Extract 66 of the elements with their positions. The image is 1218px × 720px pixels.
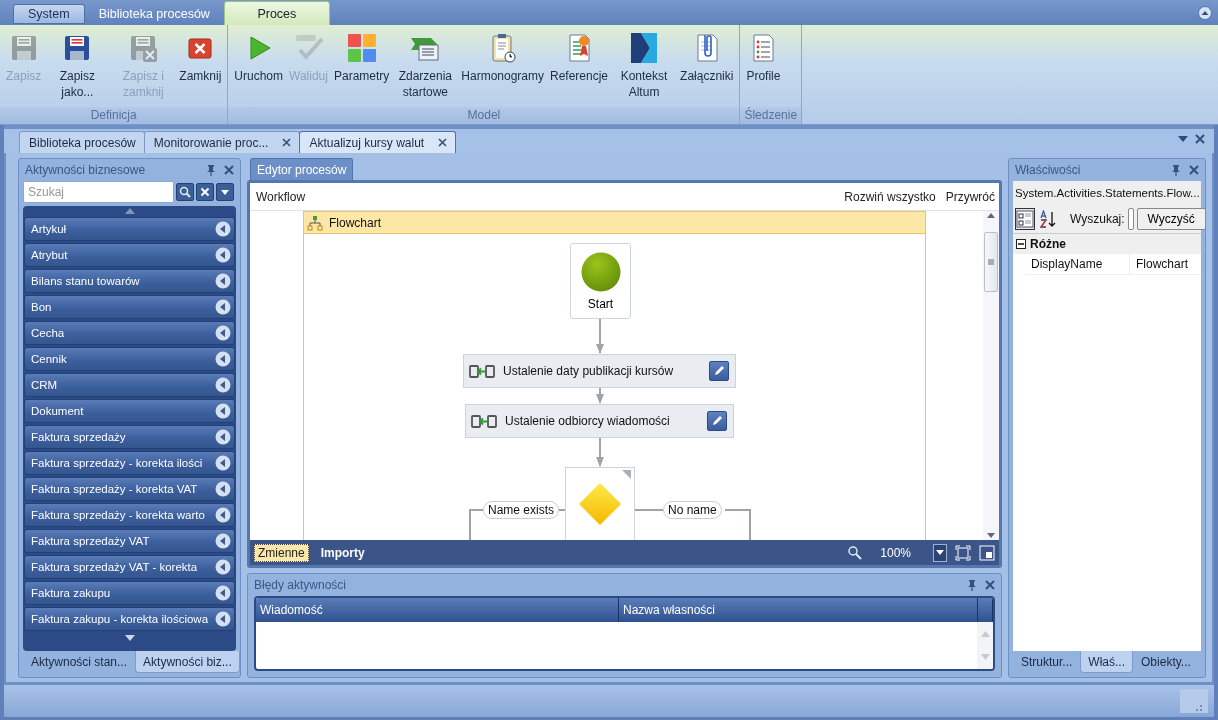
panel-title: Błędy aktywności — [254, 578, 348, 592]
panel-tab[interactable]: Obiekty... — [1133, 651, 1199, 673]
activity-item[interactable]: Dokument — [24, 399, 235, 423]
panel-tab[interactable]: Aktywności stan... — [23, 651, 136, 673]
ribbon-button[interactable]: Harmonogramy — [458, 30, 547, 86]
property-value[interactable]: Flowchart — [1130, 254, 1194, 274]
activity-item[interactable]: Faktura sprzedaży - korekta warto — [24, 503, 235, 527]
activity-item[interactable]: Bon — [24, 295, 235, 319]
activity-item[interactable]: Atrybut — [24, 243, 235, 267]
panel-title: Aktywności biznesowe — [25, 163, 147, 177]
activity-item[interactable]: Faktura sprzedaży — [24, 425, 235, 449]
ribbon-tab[interactable]: Proces — [223, 1, 330, 25]
ribbon-group-label: Definicja — [0, 107, 228, 124]
activity-item[interactable]: Faktura zakupu — [24, 581, 235, 605]
activity-item[interactable]: Cennik — [24, 347, 235, 371]
ribbon-button[interactable]: Zamknij — [176, 30, 225, 86]
panel-tab[interactable]: Struktur... — [1013, 651, 1081, 673]
activity-item[interactable]: Faktura sprzedaży VAT — [24, 529, 235, 553]
ribbon-group-label: Śledzenie — [740, 107, 802, 124]
ribbon-button[interactable]: Uruchom — [231, 30, 287, 86]
activity-item[interactable]: Faktura sprzedaży - korekta VAT — [24, 477, 235, 501]
panel-tab[interactable]: Aktywności biz... — [135, 651, 240, 673]
application-menu-button[interactable]: System — [13, 4, 85, 24]
ribbon-button[interactable]: Zdarzenia startowe — [392, 30, 459, 102]
branch-label: No name — [663, 501, 722, 519]
column-header[interactable]: Wiadomość — [256, 598, 619, 622]
node-label: Start — [587, 297, 614, 311]
activity-item[interactable]: Artykuł — [24, 217, 235, 241]
breadcrumb[interactable]: Workflow — [256, 189, 306, 204]
toolbar-link[interactable]: Rozwiń wszystko — [844, 189, 936, 204]
ribbon-button[interactable]: Zapisz jako... — [44, 30, 111, 102]
ribbon-button[interactable]: Referencje — [547, 30, 612, 86]
activity-item[interactable]: CRM — [24, 373, 235, 397]
ribbon-button[interactable]: Parametry — [330, 30, 393, 86]
flowchart-title: Flowchart — [329, 215, 381, 230]
designer-tab[interactable]: Importy — [316, 543, 369, 562]
branch-label: Name exists — [483, 501, 560, 519]
column-header[interactable]: Nazwa własności — [619, 598, 978, 622]
document-tab[interactable]: Biblioteka procesów — [19, 131, 145, 153]
activity-item[interactable]: Faktura sprzedaży - korekta ilości — [24, 451, 235, 475]
panel-tab[interactable]: Właś... — [1080, 651, 1134, 673]
zoom-level: 100% — [880, 545, 911, 560]
node-label: Ustalenie daty publikacji kursów — [503, 364, 674, 378]
start-node[interactable]: Start — [570, 243, 631, 319]
clear-button[interactable]: Wyczyść — [1136, 208, 1206, 230]
object-type-label: System.Activities.Statements.Flow... — [1013, 181, 1201, 205]
designer-tab[interactable]: Zmienne — [254, 543, 309, 562]
category-label: Różne — [1030, 237, 1066, 251]
panel-title: Właściwości — [1015, 163, 1082, 177]
activity-node[interactable]: Ustalenie daty publikacji kursów — [463, 354, 736, 388]
search-field[interactable]: Szukaj — [23, 181, 174, 203]
activity-item[interactable]: Faktura zakupu - korekta ilościowa — [24, 607, 235, 631]
ribbon-button[interactable]: Załączniki — [677, 30, 737, 86]
activity-item[interactable]: Bilans stanu towarów — [24, 269, 235, 293]
document-tab[interactable]: Monitorowanie proc... — [143, 131, 301, 153]
node-label: Ustalenie odbiorcy wiadomości — [505, 414, 670, 428]
property-name: DisplayName — [1025, 254, 1130, 274]
search-label: Wyszukaj: — [1070, 212, 1125, 226]
activity-item[interactable]: Faktura sprzedaży VAT - korekta — [24, 555, 235, 579]
activity-node[interactable]: Ustalenie odbiorcy wiadomości — [465, 404, 734, 438]
ribbon-button[interactable]: Kontekst Altum — [611, 30, 678, 102]
ribbon-group-label: Model — [228, 107, 740, 124]
ribbon-button[interactable]: Profile — [743, 30, 784, 86]
document-tab[interactable]: Aktualizuj kursy walut — [299, 131, 457, 153]
toolbar-link[interactable]: Przywróć — [945, 189, 995, 204]
activity-item[interactable]: Cecha — [24, 321, 235, 345]
